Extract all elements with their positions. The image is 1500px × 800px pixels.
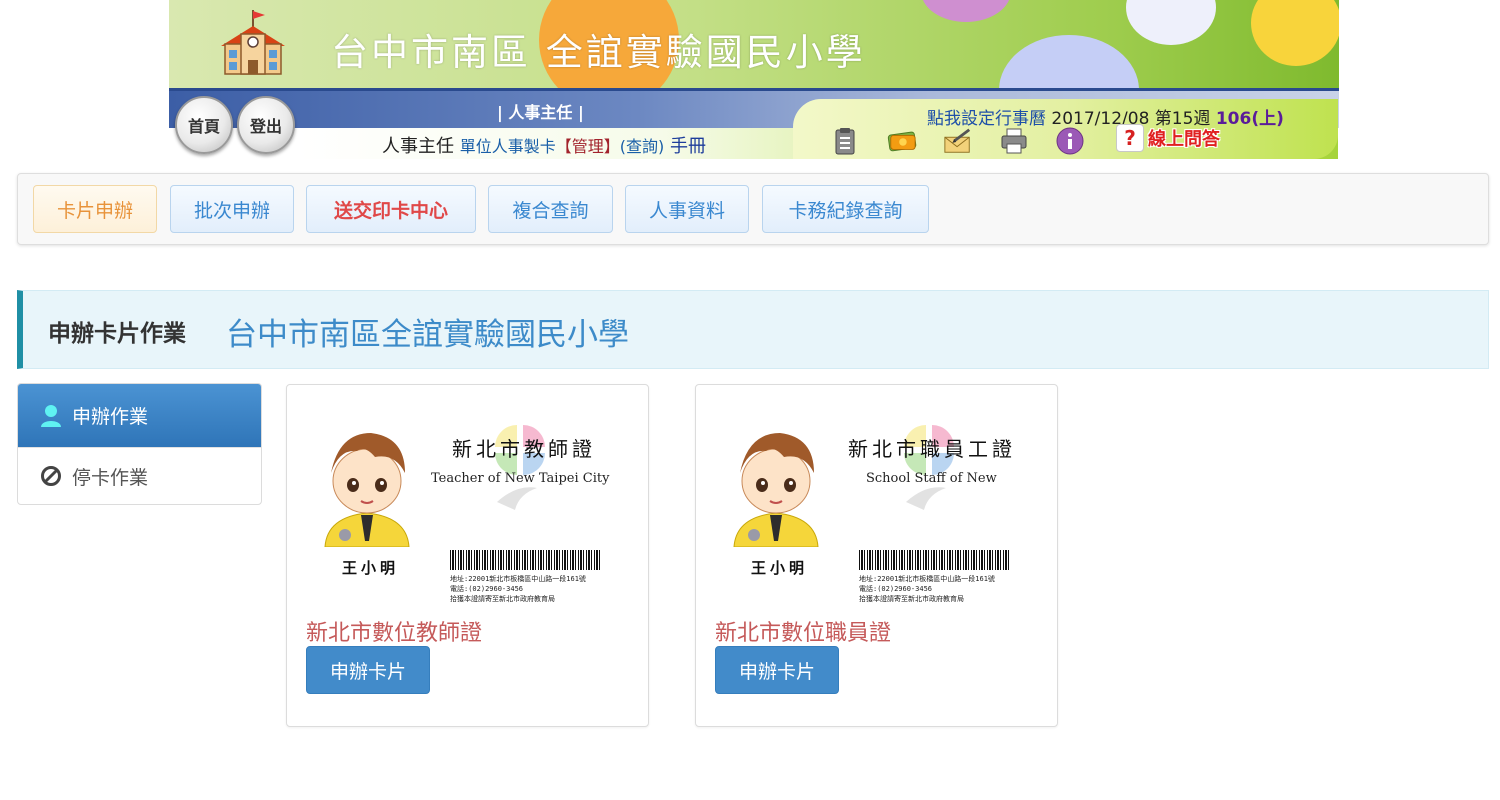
card-title: 新北市數位教師證 xyxy=(306,621,483,646)
calendar-info: 點我設定行事曆 2017/12/08 第15週 106(上) xyxy=(927,104,1284,129)
card-image-address: 地址:22001新北市板橋區中山路一段161號 電話:(02)2960-3456… xyxy=(450,574,586,604)
address-line: 地址:22001新北市板橋區中山路一段161號 xyxy=(859,575,995,583)
menu-card-apply[interactable]: 卡片申辦 xyxy=(33,185,157,233)
sidenav-item-label: 申辦作業 xyxy=(72,406,149,428)
city-logo-icon xyxy=(904,425,954,510)
menu-send-print-center[interactable]: 送交印卡中心 xyxy=(306,185,476,233)
school-banner: 台中市南區 全誼實驗國民小學 xyxy=(169,0,1339,88)
card-making-link[interactable]: 單位人事製卡 xyxy=(460,137,556,156)
semester: 106(上) xyxy=(1215,109,1284,129)
manage-link[interactable]: 【管理】 xyxy=(556,137,620,156)
money-icon[interactable] xyxy=(887,127,917,155)
card-staff: 新北市職員工證 School Staff of New 王小明 地址:22001… xyxy=(695,384,1058,727)
menu-advanced-query[interactable]: 複合查詢 xyxy=(488,185,613,233)
clipboard-icon[interactable] xyxy=(830,127,860,155)
boy-avatar-icon xyxy=(733,433,819,547)
info-icon[interactable] xyxy=(1055,127,1085,155)
calendar-link[interactable]: 點我設定行事曆 xyxy=(927,109,1046,129)
card-image-subtitle: Teacher of New Taipei City xyxy=(431,471,610,486)
card-image-name: 王小明 xyxy=(751,559,809,577)
home-button[interactable]: 首頁 xyxy=(175,96,233,154)
decor-circle xyxy=(1251,0,1339,66)
logout-button[interactable]: 登出 xyxy=(237,96,295,154)
city-logo-icon xyxy=(495,425,545,510)
staff-card-image: 新北市職員工證 School Staff of New 王小明 地址:22001… xyxy=(716,407,1036,607)
notice-line: 拾獲本證請寄至新北市政府教育局 xyxy=(450,595,555,603)
apply-card-button[interactable]: 申辦卡片 xyxy=(715,646,839,694)
menu-personnel-data[interactable]: 人事資料 xyxy=(625,185,749,233)
role-title: | 人事主任 | xyxy=(497,103,584,122)
user-role: 人事主任 xyxy=(382,136,454,157)
question-icon: ? xyxy=(1116,124,1144,152)
school-title: 台中市南區 全誼實驗國民小學 xyxy=(331,31,866,74)
notice-line: 拾獲本證請寄至新北市政府教育局 xyxy=(859,595,964,603)
card-title: 新北市數位職員證 xyxy=(715,621,892,646)
card-image-name: 王小明 xyxy=(342,559,400,577)
barcode xyxy=(450,550,602,570)
phone-line: 電話:(02)2960-3456 xyxy=(450,585,524,593)
sidenav-item-apply[interactable]: 申辦作業 xyxy=(18,384,261,447)
decor-circle xyxy=(921,0,1011,22)
user-links: 人事主任 單位人事製卡【管理】(查詢) 手冊 xyxy=(382,132,706,158)
user-icon xyxy=(41,404,61,427)
mail-edit-icon[interactable] xyxy=(943,127,973,155)
card-image-title: 新北市教師證 xyxy=(452,437,596,461)
boy-avatar-icon xyxy=(324,433,410,547)
sidenav-item-stop[interactable]: 停卡作業 xyxy=(18,447,261,504)
manual-link[interactable]: 手冊 xyxy=(670,136,706,157)
barcode xyxy=(859,550,1011,570)
ban-icon xyxy=(41,466,61,486)
card-image-address: 地址:22001新北市板橋區中山路一段161號 電話:(02)2960-3456… xyxy=(859,574,995,604)
decor-circle xyxy=(1126,0,1216,45)
qa-label: 線上問答 xyxy=(1148,129,1220,150)
online-qa-button[interactable]: ? 線上問答 xyxy=(1116,124,1220,152)
address-line: 地址:22001新北市板橋區中山路一段161號 xyxy=(450,575,586,583)
page-title: 申辦卡片作業 xyxy=(48,320,186,347)
card-image-subtitle: School Staff of New xyxy=(866,471,997,486)
teacher-card-image: 新北市教師證 Teacher of New Taipei City 王小明 地址… xyxy=(307,407,627,607)
school-building-icon xyxy=(221,10,285,75)
phone-line: 電話:(02)2960-3456 xyxy=(859,585,933,593)
menu-batch-apply[interactable]: 批次申辦 xyxy=(170,185,294,233)
printer-icon[interactable] xyxy=(999,127,1029,155)
menu-card-records-query[interactable]: 卡務紀錄查詢 xyxy=(762,185,929,233)
query-link[interactable]: (查詢) xyxy=(620,137,665,156)
decor-circle xyxy=(999,35,1139,88)
card-image-title: 新北市職員工證 xyxy=(848,437,1016,461)
sidenav-item-label: 停卡作業 xyxy=(72,466,149,489)
card-teacher: 新北市教師證 Teacher of New Taipei City 王小明 地址… xyxy=(286,384,649,727)
page-school-name: 台中市南區全誼實驗國民小學 xyxy=(226,317,629,353)
apply-card-button[interactable]: 申辦卡片 xyxy=(306,646,430,694)
